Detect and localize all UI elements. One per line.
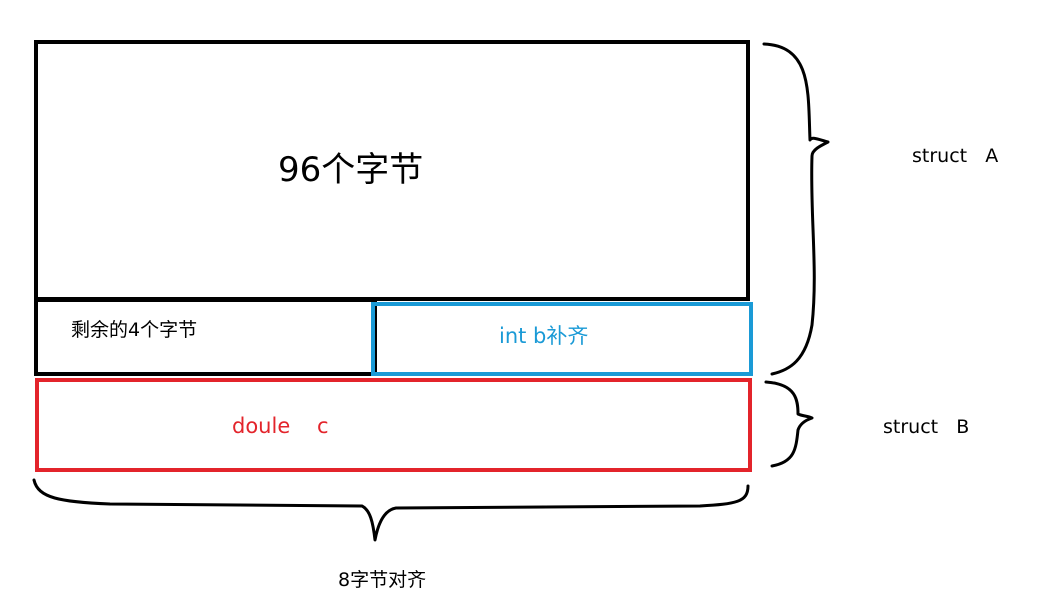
brace-annotations: [32, 42, 830, 542]
alignment-brace-icon: [32, 478, 750, 542]
struct-a-brace-icon: [762, 42, 830, 376]
struct-b-brace-icon: [764, 380, 814, 468]
